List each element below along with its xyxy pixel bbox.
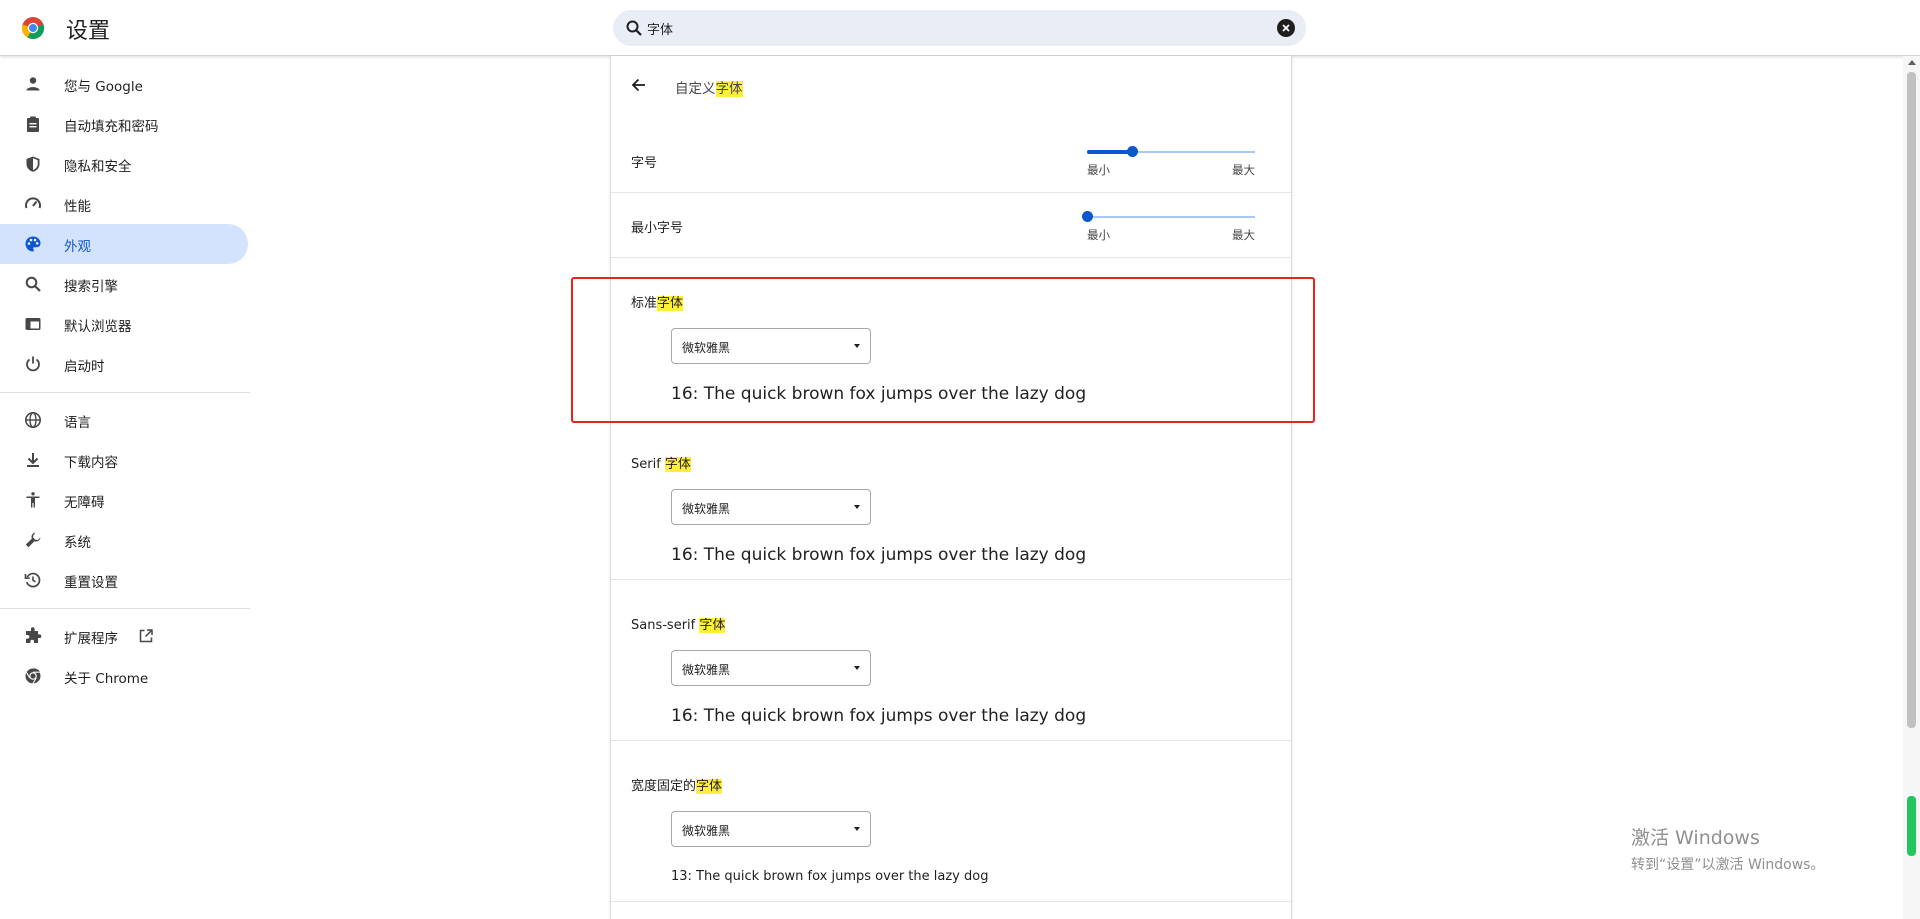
- sidebar-item-label: 扩展程序: [64, 631, 118, 647]
- slider-max-label: 最大: [1232, 228, 1255, 242]
- puzzle-icon: [26, 627, 42, 643]
- chrome-icon: [25, 668, 41, 684]
- sidebar-item-label: 搜索引擎: [64, 279, 118, 295]
- sidebar-item-extensions[interactable]: 扩展程序: [0, 616, 248, 656]
- sidebar-item-performance[interactable]: 性能: [0, 184, 248, 224]
- row-divider: [611, 579, 1291, 580]
- download-icon: [27, 453, 39, 467]
- row-divider: [611, 192, 1291, 193]
- power-icon: [26, 356, 40, 372]
- sidebar-item-appearance[interactable]: 外观: [0, 224, 248, 264]
- sans-serif-font-sample: 16: The quick brown fox jumps over the l…: [671, 706, 1087, 726]
- sidebar-item-label: 系统: [64, 535, 91, 551]
- shield-icon: [26, 156, 40, 172]
- sidebar-item-languages[interactable]: 语言: [0, 400, 248, 440]
- scroll-up-arrow-icon[interactable]: [1908, 60, 1916, 65]
- person-icon: [26, 77, 40, 91]
- serif-font-label: Serif 字体: [631, 457, 691, 472]
- wrench-icon: [25, 532, 41, 548]
- min-font-size-slider[interactable]: 最小 最大: [1082, 209, 1255, 242]
- sidebar-item-label: 您与 Google: [64, 79, 143, 95]
- sidebar-item-label: 下载内容: [64, 455, 118, 471]
- slider-max-label: 最大: [1232, 163, 1255, 177]
- search-input[interactable]: [647, 17, 1247, 39]
- select-value: 微软雅黑: [682, 502, 731, 516]
- row-divider: [611, 740, 1291, 741]
- chrome-logo-icon: [21, 17, 45, 40]
- slider-thumb[interactable]: [1082, 211, 1093, 222]
- search-icon: [626, 20, 642, 36]
- slider-min-label: 最小: [1087, 163, 1110, 177]
- sidebar-item-accessibility[interactable]: 无障碍: [0, 480, 248, 520]
- sidebar-item-label: 语言: [64, 415, 91, 431]
- accessibility-icon: [26, 492, 40, 508]
- sidebar-item-search-engine[interactable]: 搜索引擎: [0, 264, 248, 304]
- dropdown-caret-icon: [854, 505, 860, 509]
- dropdown-caret-icon: [854, 666, 860, 670]
- row-divider: [611, 901, 1291, 902]
- watermark-title: 激活 Windows: [1631, 827, 1760, 849]
- search-box[interactable]: [613, 10, 1306, 46]
- sidebar-item-label: 自动填充和密码: [64, 119, 159, 135]
- sidebar-item-label: 重置设置: [64, 575, 118, 591]
- search-icon: [25, 276, 41, 292]
- font-size-slider[interactable]: 最小 最大: [1087, 144, 1255, 177]
- sidebar-item-label: 外观: [64, 239, 91, 255]
- sidebar: 您与 Google 自动填充和密码 隐私和安全 性能 外观 搜索引擎 默认浏览器…: [0, 56, 250, 919]
- serif-font-select[interactable]: 微软雅黑: [671, 489, 871, 525]
- reset-icon: [24, 572, 41, 588]
- fixed-width-font-label: 宽度固定的字体: [631, 779, 723, 794]
- sidebar-item-about-chrome[interactable]: 关于 Chrome: [0, 656, 248, 696]
- app-title: 设置: [66, 19, 111, 44]
- slider-fill: [1087, 150, 1132, 154]
- sidebar-item-label: 启动时: [64, 359, 105, 375]
- slider-min-label: 最小: [1087, 228, 1110, 242]
- slider-track: [1087, 216, 1255, 218]
- sidebar-item-you-and-google[interactable]: 您与 Google: [0, 64, 248, 104]
- sidebar-item-reset-settings[interactable]: 重置设置: [0, 560, 248, 600]
- fixed-width-font-sample: 13: The quick brown fox jumps over the l…: [671, 869, 989, 884]
- sidebar-item-label: 隐私和安全: [64, 159, 132, 175]
- clipboard-icon: [27, 116, 39, 132]
- sidebar-item-label: 无障碍: [64, 495, 105, 511]
- annotation-highlight-box: [571, 277, 1315, 423]
- sidebar-item-default-browser[interactable]: 默认浏览器: [0, 304, 248, 344]
- palette-icon: [25, 236, 41, 252]
- sidebar-item-downloads[interactable]: 下载内容: [0, 440, 248, 480]
- dropdown-caret-icon: [854, 827, 860, 831]
- sidebar-item-label: 默认浏览器: [64, 319, 132, 335]
- gauge-icon: [25, 197, 41, 209]
- browser-icon: [25, 318, 41, 330]
- sidebar-item-label: 性能: [64, 199, 91, 215]
- back-arrow-icon[interactable]: [629, 75, 649, 95]
- globe-icon: [25, 412, 41, 428]
- serif-font-sample: 16: The quick brown fox jumps over the l…: [671, 545, 1087, 565]
- windows-activation-watermark: 激活 Windows 转到“设置”以激活 Windows。: [1631, 823, 1824, 874]
- sidebar-item-on-startup[interactable]: 启动时: [0, 344, 248, 384]
- min-font-size-label: 最小字号: [631, 221, 684, 236]
- sidebar-item-system[interactable]: 系统: [0, 520, 248, 560]
- slider-thumb[interactable]: [1127, 146, 1138, 157]
- sans-serif-font-select[interactable]: 微软雅黑: [671, 650, 871, 686]
- page-scrollbar[interactable]: [1903, 56, 1920, 919]
- font-size-label: 字号: [631, 156, 658, 171]
- sidebar-divider: [0, 392, 250, 393]
- top-bar: 设置: [0, 0, 1920, 56]
- external-link-icon: [139, 629, 153, 643]
- sidebar-item-privacy[interactable]: 隐私和安全: [0, 144, 248, 184]
- sidebar-item-label: 关于 Chrome: [64, 671, 149, 687]
- sidebar-divider: [0, 608, 250, 609]
- row-divider: [611, 257, 1291, 258]
- scrollbar-thumb[interactable]: [1907, 72, 1916, 728]
- sidebar-item-autofill[interactable]: 自动填充和密码: [0, 104, 248, 144]
- select-value: 微软雅黑: [682, 824, 731, 838]
- sans-serif-font-label: Sans-serif 字体: [631, 618, 726, 633]
- scroll-indicator: [1907, 796, 1916, 856]
- watermark-subtitle: 转到“设置”以激活 Windows。: [1631, 857, 1825, 873]
- clear-search-icon[interactable]: [1277, 19, 1295, 37]
- font-settings-panel: 自定义字体 字号 最小 最大 最小字号 最小 最大 标准字体 微软雅黑 16: …: [610, 56, 1292, 919]
- select-value: 微软雅黑: [682, 663, 731, 677]
- page-title: 自定义字体: [675, 81, 743, 97]
- fixed-width-font-select[interactable]: 微软雅黑: [671, 811, 871, 847]
